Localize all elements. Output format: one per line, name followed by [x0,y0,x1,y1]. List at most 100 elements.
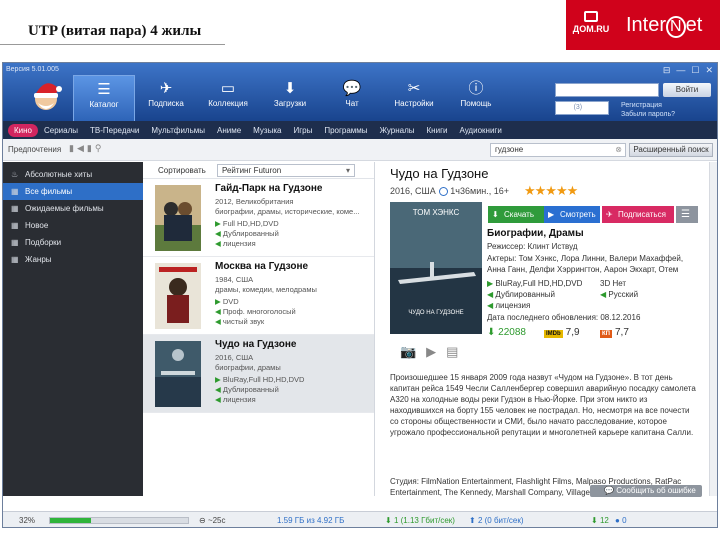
sidebar-item-label: Подборки [25,238,62,247]
sidebar-item-genres[interactable]: ▦ Жанры [3,251,143,268]
media-gallery-icons[interactable]: 📷▶▤ [400,344,468,360]
preference-filter-icons[interactable]: ▮◀▮⚲ [69,143,104,154]
download-progress-fill [50,518,92,523]
preferences-label: Предпочтения [8,145,62,154]
minimize-icon[interactable]: — [676,65,685,76]
category-tab-anime[interactable]: Аниме [211,124,247,137]
report-error-label: Сообщить об ошибке [616,486,696,495]
category-tab-kino[interactable]: Кино [8,123,38,137]
sidebar-item-all-films[interactable]: ▦ Все фильмы [3,183,143,200]
login-field[interactable] [555,83,659,97]
search-input[interactable]: гудзоне ⊗ [490,143,626,157]
status-bar: 32% ⊖ ~25с 1.59 ГБ из 4.92 ГБ ⬇ 1 (1.13 … [3,511,717,527]
subscribe-label: Подписаться [618,210,666,219]
film-title: Гайд-Парк на Гудзоне [215,183,323,194]
detail-scrollbar[interactable] [709,162,717,496]
watch-button[interactable]: ▶ Смотреть [544,206,600,223]
messages-box[interactable]: ✉ (3) [555,101,609,115]
play-icon: ▶ [548,210,555,219]
toolbar-label: Помощь [460,99,492,108]
film-poster [155,263,201,329]
category-tab-audiobooks[interactable]: Аудиокниги [453,124,507,137]
toolbar-catalog-button[interactable]: ☰ Каталог [73,75,135,121]
kp-value: 7,7 [614,327,629,338]
sound-icon: ◀ [215,239,221,248]
toolbar-label: Чат [345,99,359,108]
film-audio-text: Дублированный [222,229,279,238]
sort-bar: Сортировать Рейтинг Futuron ▾ [143,162,374,179]
toolbar-subscription-button[interactable]: ✈ Подписка [135,75,197,121]
sidebar-item-label: Все фильмы [25,187,73,196]
rating-stars[interactable]: ★★★★★ [524,183,578,199]
category-tab-programs[interactable]: Программы [318,124,373,137]
film-title: Чудо на Гудзоне [215,339,297,350]
film-icon: ▦ [11,238,19,247]
sidebar-item-hits[interactable]: ♨ Абсолютные хиты [3,166,143,183]
toolbar-downloads-button[interactable]: ⬇ Загрузки [259,75,321,121]
santa-hat-icon [34,83,62,110]
sort-select[interactable]: Рейтинг Futuron ▾ [217,164,355,177]
title-underline [0,44,225,45]
paper-plane-icon: ✈ [606,210,613,219]
domru-logo-text: ДОМ.RU [572,24,610,34]
sound-icon: ◀ [487,301,494,310]
advanced-search-button[interactable]: Расширенный поиск [629,143,713,157]
film-list-item[interactable]: Москва на Гудзоне 1984, США драмы, комед… [143,257,374,335]
status-size: 1.59 ГБ из 4.92 ГБ [277,516,345,525]
internet-logo-text-end: et [685,14,703,36]
category-tab-tv[interactable]: ТВ-Передачи [84,124,145,137]
toolbar-settings-button[interactable]: ✂ Настройки [383,75,445,121]
status-seeds-value: 12 [599,516,609,525]
toolbar-chat-button[interactable]: 💬 Чат [321,75,383,121]
category-tab-books[interactable]: Книги [421,124,454,137]
status-download-speed: ⬇ 1 (1.13 Гбит/сек) [385,516,455,525]
register-link[interactable]: Регистрация [621,101,675,110]
more-menu-button[interactable]: ☰ [676,206,698,223]
detail-language: ◀ Русский [600,290,638,299]
film-quality: ▶ Full HD,HD,DVD [215,219,279,228]
film-list: Сортировать Рейтинг Futuron ▾ Гайд-Парк н… [143,162,375,496]
film-year: 1984, США [215,275,254,284]
film-icon: ▦ [11,221,19,230]
sort-value: Рейтинг Futuron [222,166,282,175]
collection-icon: ▭ [220,80,236,97]
search-value: гудзоне [495,145,524,154]
category-bar: Кино Сериалы ТВ-Передачи Мультфильмы Ани… [3,121,717,139]
toolbar-help-button[interactable]: ⓘ Помощь [445,75,507,121]
download-icon: ⬇ [283,80,297,97]
sidebar-item-new[interactable]: ▦ Новое [3,217,143,234]
category-tab-serials[interactable]: Сериалы [38,124,84,137]
category-tab-cartoons[interactable]: Мультфильмы [145,124,211,137]
sidebar-item-collections[interactable]: ▦ Подборки [3,234,143,251]
film-audio-text: Дублированный [222,385,279,394]
download-button[interactable]: ⬇ Скачать [488,206,544,223]
maximize-icon[interactable]: ☐ [691,65,699,76]
category-tab-music[interactable]: Музыка [247,124,287,137]
report-error-button[interactable]: 💬 Сообщить об ошибке [590,485,702,497]
version-label: Версия 5.01.005 [6,66,59,73]
status-download-value: 1 (1.13 Гбит/сек) [393,516,455,525]
preferences-bar: Предпочтения ▮◀▮⚲ гудзоне ⊗ Расширенный п… [3,139,717,161]
login-button[interactable]: Войти [663,83,711,97]
poster-actor: ТОМ ХЭНКС [413,208,460,217]
paper-plane-icon: ✈ [159,80,173,97]
sidebar-item-expected[interactable]: ▦ Ожидаемые фильмы [3,200,143,217]
download-label: Скачать [504,210,534,219]
status-percent: 32% [19,516,36,525]
download-count-value: 22088 [498,327,526,338]
close-icon[interactable]: ✕ [705,65,713,76]
detail-description: Произошедшее 15 января 2009 года назвут … [390,373,696,437]
film-list-item-selected[interactable]: Чудо на Гудзоне 2016, США биографии, дра… [143,335,374,413]
download-count: ⬇ 22088 [487,327,526,338]
pin-icon[interactable]: ⊟ [663,65,671,76]
status-upload-speed: ⬆ 2 (0 бит/сек) [469,516,524,525]
toolbar-collection-button[interactable]: ▭ Коллекция [197,75,259,121]
forgot-password-link[interactable]: Забыли пароль? [621,110,675,119]
subscribe-button[interactable]: ✈ Подписаться [602,206,674,223]
clear-search-icon[interactable]: ⊗ [615,145,622,154]
film-list-item[interactable]: Гайд-Парк на Гудзоне 2012, Великобритани… [143,179,374,257]
film-quality-text: Full HD,HD,DVD [222,219,279,228]
category-tab-games[interactable]: Игры [287,124,318,137]
category-tab-magazines[interactable]: Журналы [374,124,421,137]
detail-audio: ◀ Дублированный [487,290,555,299]
